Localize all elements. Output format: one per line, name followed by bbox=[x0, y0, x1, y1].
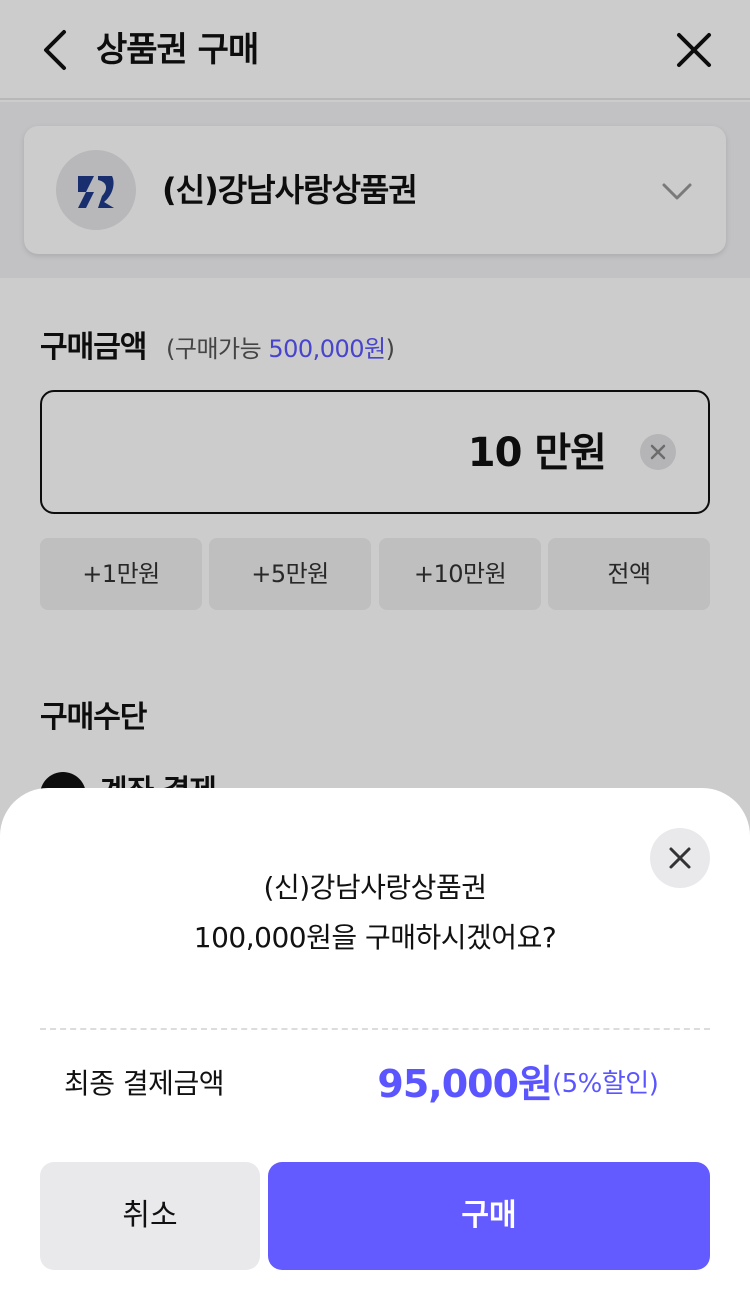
cancel-button[interactable]: 취소 bbox=[40, 1162, 260, 1270]
final-amount-label: 최종 결제금액 bbox=[64, 1067, 224, 1100]
confirm-question: 100,000원을 구매하시겠어요? bbox=[193, 921, 557, 954]
discount-badge: (5%할인) bbox=[552, 1069, 659, 1099]
confirm-product-name: (신)강남사랑상품권 bbox=[263, 871, 487, 904]
dashed-divider bbox=[40, 1028, 710, 1030]
confirm-bottom-sheet: (신)강남사랑상품권 100,000원을 구매하시겠어요? 최종 결제금액 95… bbox=[0, 788, 750, 1294]
buy-button[interactable]: 구매 bbox=[268, 1162, 710, 1270]
final-amount-value: 95,000원 bbox=[377, 1062, 553, 1106]
close-icon bbox=[669, 847, 691, 869]
